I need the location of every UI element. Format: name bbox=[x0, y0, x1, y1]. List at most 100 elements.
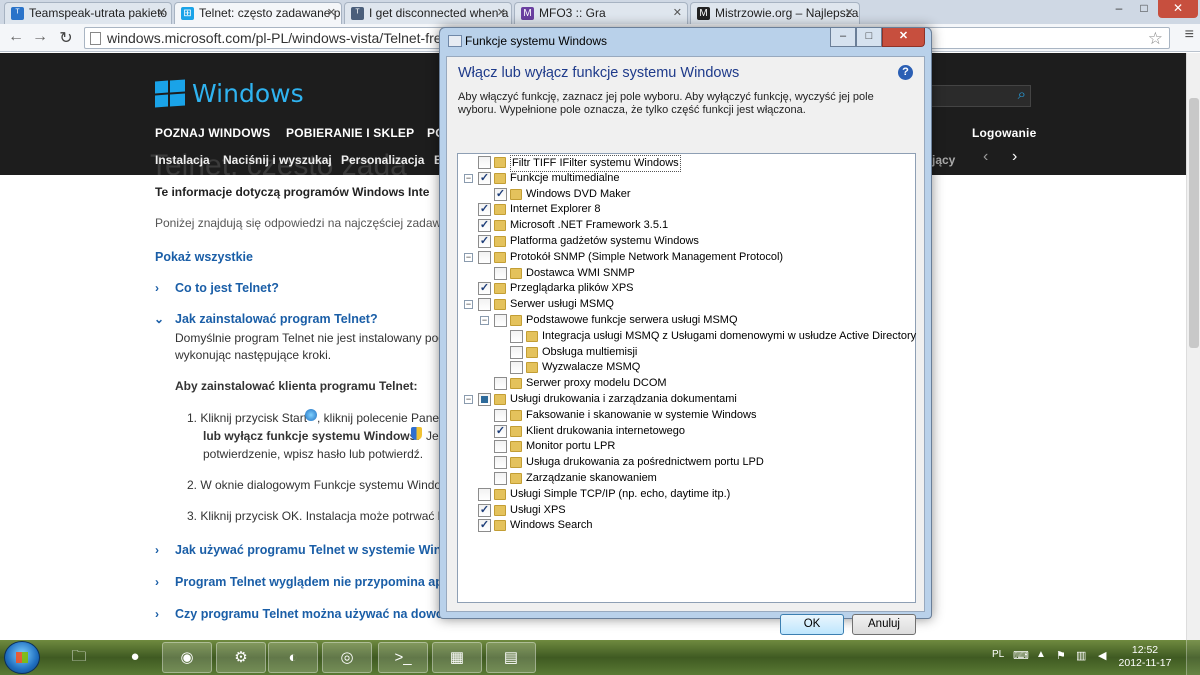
feature-checkbox[interactable]: ✓ bbox=[478, 219, 491, 233]
dialog-minimize-button[interactable]: – bbox=[830, 28, 856, 47]
features-icon[interactable]: ▤ bbox=[486, 642, 536, 673]
cancel-button[interactable]: Anuluj bbox=[852, 614, 916, 635]
tab-close-icon[interactable]: ✕ bbox=[845, 6, 854, 19]
ok-button[interactable]: OK bbox=[780, 614, 844, 635]
feature-checkbox[interactable] bbox=[494, 440, 507, 454]
clock[interactable]: 12:52 2012-11-17 bbox=[1114, 644, 1176, 670]
feature-checkbox[interactable] bbox=[494, 377, 507, 391]
tab-disconnected[interactable]: ᵀ I get disconnected when a ✕ bbox=[344, 2, 512, 24]
nav-poznaj-windows[interactable]: POZNAJ WINDOWS bbox=[155, 126, 270, 140]
windows-logo-icon[interactable] bbox=[155, 79, 185, 109]
feature-checkbox[interactable] bbox=[478, 156, 491, 169]
feature-checkbox[interactable]: ✓ bbox=[478, 282, 491, 296]
help-icon[interactable]: ? bbox=[898, 65, 913, 80]
keyboard-icon[interactable]: ⌨ bbox=[1013, 649, 1029, 662]
chrome-icon[interactable]: ◉ bbox=[162, 642, 212, 673]
language-indicator[interactable]: PL bbox=[992, 649, 1004, 660]
collapse-toggle-icon[interactable]: − bbox=[464, 395, 473, 404]
feature-checkbox[interactable] bbox=[494, 266, 507, 280]
network-icon[interactable]: ▥ bbox=[1076, 649, 1086, 662]
bookmark-star-icon[interactable]: ☆ bbox=[1148, 29, 1163, 48]
scrollbar-thumb[interactable] bbox=[1189, 98, 1199, 348]
search-icon[interactable]: ⌕ bbox=[1018, 86, 1026, 103]
teamspeak-icon[interactable]: ◐ bbox=[268, 642, 318, 673]
start-button[interactable] bbox=[4, 641, 40, 674]
dialog-maximize-button[interactable]: □ bbox=[856, 28, 882, 47]
tab-close-icon[interactable]: ✕ bbox=[327, 6, 336, 19]
subnav-right-text[interactable]: jący bbox=[932, 153, 955, 167]
page-scrollbar[interactable] bbox=[1186, 53, 1200, 640]
explorer-icon[interactable]: 🗀 bbox=[54, 642, 104, 673]
next-arrow-icon[interactable]: › bbox=[1012, 148, 1017, 166]
features-tree[interactable]: Filtr TIFF IFilter systemu Windows − ✓ Funk… bbox=[457, 153, 916, 603]
dialog-close-button[interactable]: ✕ bbox=[882, 28, 925, 47]
tab-close-icon[interactable]: ✕ bbox=[157, 6, 166, 19]
firefox-icon[interactable]: ● bbox=[110, 642, 160, 673]
faq-looks-different[interactable]: Program Telnet wyglądem nie przypomina a… bbox=[175, 575, 443, 589]
folder-icon bbox=[510, 425, 522, 437]
steam-icon[interactable]: ⚙ bbox=[216, 642, 266, 673]
chevron-right-icon: › bbox=[155, 607, 159, 621]
flag-icon[interactable]: ⚑ bbox=[1056, 649, 1066, 662]
feature-checkbox[interactable] bbox=[478, 250, 491, 264]
show-all-link[interactable]: Pokaż wszystkie bbox=[155, 250, 253, 264]
faq-remote-use[interactable]: Czy programu Telnet można używać na dowo bbox=[175, 607, 444, 621]
faq-how-to-install[interactable]: Jak zainstalować program Telnet? bbox=[175, 312, 378, 326]
subnav-personalizacja[interactable]: Personalizacja bbox=[341, 153, 424, 167]
tab-telnet[interactable]: ⊞ Telnet: często zadawane p ✕ bbox=[174, 2, 342, 24]
collapse-toggle-icon[interactable]: − bbox=[464, 300, 473, 310]
cd-icon[interactable]: ◎ bbox=[322, 642, 372, 673]
login-link[interactable]: Logowanie bbox=[972, 126, 1036, 140]
mfo-icon: M bbox=[521, 7, 534, 20]
nav-pobieranie[interactable]: POBIERANIE I SKLEP bbox=[286, 126, 414, 140]
tab-mfo3[interactable]: M MFO3 :: Gra ✕ bbox=[514, 2, 688, 24]
faq-how-to-use[interactable]: Jak używać programu Telnet w systemie Wi… bbox=[175, 543, 449, 557]
volume-icon[interactable]: ◀ bbox=[1098, 649, 1106, 662]
tab-close-icon[interactable]: ✕ bbox=[673, 6, 682, 19]
feature-checkbox[interactable]: ✓ bbox=[478, 235, 491, 248]
feature-checkbox[interactable]: ✓ bbox=[494, 424, 507, 438]
feature-label: Windows Search bbox=[510, 519, 593, 532]
collapse-toggle-icon[interactable]: − bbox=[480, 316, 489, 325]
start-orb-icon bbox=[305, 409, 317, 421]
feature-checkbox[interactable] bbox=[478, 393, 491, 406]
collapse-toggle-icon[interactable]: − bbox=[464, 173, 473, 183]
tab-teamspeak[interactable]: ᵀ Teamspeak-utrata pakietó ✕ bbox=[4, 2, 172, 24]
feature-label: Internet Explorer 8 bbox=[510, 203, 601, 216]
feature-checkbox[interactable] bbox=[510, 361, 523, 375]
prev-arrow-icon[interactable]: ‹ bbox=[983, 148, 988, 166]
tab-mistrzowie[interactable]: M Mistrzowie.org – Najlepsza ✕ bbox=[690, 2, 860, 24]
tab-close-icon[interactable]: ✕ bbox=[497, 6, 506, 19]
feature-checkbox[interactable]: ✓ bbox=[478, 203, 491, 217]
maximize-button[interactable]: □ bbox=[1132, 0, 1156, 18]
tray-expand-icon[interactable]: ▲ bbox=[1036, 649, 1046, 660]
feature-checkbox[interactable] bbox=[478, 487, 491, 501]
reload-icon[interactable]: ↻ bbox=[56, 28, 76, 48]
cmd-icon[interactable]: >_ bbox=[378, 642, 428, 673]
feature-checkbox[interactable] bbox=[494, 456, 507, 470]
feature-checkbox[interactable] bbox=[510, 345, 523, 359]
minimize-button[interactable]: – bbox=[1106, 0, 1132, 18]
feature-checkbox[interactable]: ✓ bbox=[478, 519, 491, 533]
subnav-nacisnij[interactable]: Naciśnij i wyszukaj bbox=[223, 153, 332, 167]
faq-what-is-telnet[interactable]: Co to jest Telnet? bbox=[175, 281, 279, 295]
subnav-instalacja[interactable]: Instalacja bbox=[155, 153, 210, 167]
feature-checkbox[interactable] bbox=[478, 298, 491, 312]
feature-checkbox[interactable] bbox=[494, 314, 507, 327]
wrench-menu-icon[interactable]: ≡ bbox=[1185, 26, 1194, 44]
back-icon[interactable]: ← bbox=[6, 28, 26, 46]
feature-checkbox[interactable] bbox=[494, 472, 507, 485]
windows-logo-text[interactable]: Windows bbox=[192, 79, 304, 108]
show-desktop-button[interactable] bbox=[1186, 640, 1200, 675]
forward-icon[interactable]: → bbox=[30, 28, 50, 46]
feature-checkbox[interactable] bbox=[510, 329, 523, 343]
feature-checkbox[interactable]: ✓ bbox=[478, 503, 491, 517]
collapse-toggle-icon[interactable]: − bbox=[464, 252, 473, 262]
close-button[interactable]: ✕ bbox=[1158, 0, 1198, 18]
control-panel-icon[interactable]: ▦ bbox=[432, 642, 482, 673]
feature-checkbox[interactable]: ✓ bbox=[478, 171, 491, 185]
feature-checkbox[interactable]: ✓ bbox=[494, 187, 507, 201]
site-search-input[interactable]: ⌕ bbox=[925, 85, 1031, 107]
feature-label: Protokół SNMP (Simple Network Management… bbox=[510, 250, 784, 263]
feature-checkbox[interactable] bbox=[494, 408, 507, 422]
